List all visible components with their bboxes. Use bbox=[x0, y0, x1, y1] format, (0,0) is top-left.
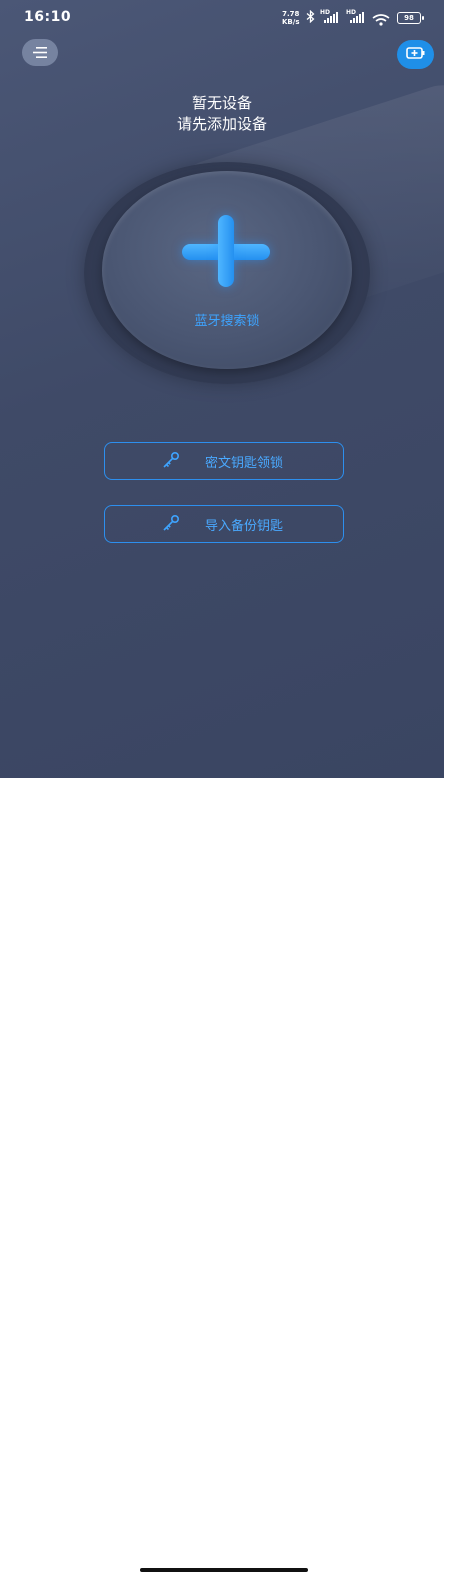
import-backup-key-label: 导入备份钥匙 bbox=[204, 518, 283, 534]
navigation-bar bbox=[0, 778, 450, 1572]
cipher-key-unlock-label: 密文钥匙领锁 bbox=[204, 455, 283, 471]
key-icon bbox=[161, 451, 181, 471]
plus-icon[interactable] bbox=[218, 215, 234, 287]
import-backup-key-button[interactable]: 导入备份钥匙 bbox=[104, 505, 344, 543]
battery-icon: 98 bbox=[397, 12, 424, 24]
wifi-icon bbox=[372, 11, 390, 26]
empty-state-title: 暂无设备 bbox=[191, 94, 252, 112]
bluetooth-search-label[interactable]: 蓝牙搜索锁 bbox=[102, 310, 352, 329]
key-icon bbox=[161, 514, 181, 534]
status-bar: 16:10 7.78 KB/s HD HD 98 bbox=[0, 0, 444, 34]
bluetooth-icon bbox=[306, 9, 315, 26]
net-speed: 7.78 KB/s bbox=[282, 10, 299, 26]
net-speed-value: 7.78 bbox=[282, 10, 300, 18]
status-time: 16:10 bbox=[24, 9, 72, 25]
signal-icon: HD bbox=[320, 9, 342, 23]
menu-button[interactable] bbox=[22, 39, 58, 66]
home-indicator[interactable] bbox=[140, 1568, 308, 1572]
add-device-icon bbox=[405, 45, 426, 64]
cipher-key-unlock-button[interactable]: 密文钥匙领锁 bbox=[104, 442, 344, 480]
net-speed-unit: KB/s bbox=[282, 18, 300, 26]
menu-icon bbox=[33, 43, 47, 62]
signal-icon: HD bbox=[346, 9, 368, 23]
app-screen: 16:10 7.78 KB/s HD HD 98 暂无设备 请先添加设备 蓝牙搜… bbox=[0, 0, 444, 778]
screen-edge bbox=[444, 0, 450, 800]
empty-state-subtitle: 请先添加设备 bbox=[176, 115, 267, 133]
add-device-button[interactable] bbox=[397, 40, 434, 69]
